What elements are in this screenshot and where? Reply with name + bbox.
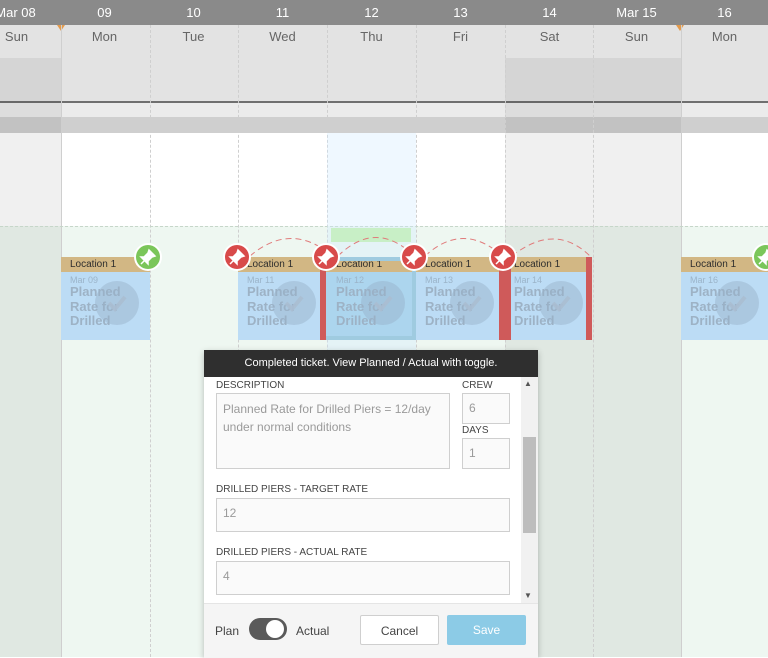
check-icon xyxy=(715,281,759,325)
delay-bar xyxy=(586,257,592,340)
pin-icon[interactable] xyxy=(489,243,517,271)
check-icon xyxy=(272,281,316,325)
scrollbar-thumb[interactable] xyxy=(523,437,536,533)
check-icon xyxy=(361,281,405,325)
target-rate-label: DRILLED PIERS - TARGET RATE xyxy=(216,484,369,495)
dialog-title: Completed ticket. View Planned / Actual … xyxy=(204,350,538,377)
ticket-card-selected[interactable]: Location 1 Mar 12 Planned Rate for Drill… xyxy=(320,257,416,340)
pin-icon[interactable] xyxy=(400,243,428,271)
pin-icon[interactable] xyxy=(134,243,162,271)
days-field[interactable]: 1 xyxy=(462,438,510,469)
check-icon xyxy=(450,281,494,325)
card-location: Location 1 xyxy=(505,257,592,272)
ticket-card[interactable]: Location 1 Mar 14 Planned Rate for Drill… xyxy=(505,257,592,340)
target-rate-field[interactable]: 12 xyxy=(216,498,510,532)
ticket-card[interactable]: Location 1 Mar 16 Planned Rate for Drill… xyxy=(681,257,768,340)
description-label: DESCRIPTION xyxy=(216,380,285,391)
pin-icon[interactable] xyxy=(223,243,251,271)
dialog-body[interactable]: DESCRIPTION Planned Rate for Drilled Pie… xyxy=(204,377,538,603)
scroll-up-icon[interactable]: ▲ xyxy=(524,379,532,388)
pin-icon[interactable] xyxy=(312,243,340,271)
plan-actual-toggle[interactable] xyxy=(249,618,287,640)
check-icon xyxy=(539,281,583,325)
save-button[interactable]: Save xyxy=(447,615,526,645)
plan-label: Plan xyxy=(215,624,240,638)
scroll-down-icon[interactable]: ▼ xyxy=(524,591,532,600)
actual-rate-label: DRILLED PIERS - ACTUAL RATE xyxy=(216,547,368,558)
crew-label: CREW xyxy=(462,380,493,391)
dependency-arcs xyxy=(249,237,591,257)
cancel-button[interactable]: Cancel xyxy=(360,615,439,645)
actual-rate-field[interactable]: 4 xyxy=(216,561,510,595)
description-field[interactable]: Planned Rate for Drilled Piers = 12/day … xyxy=(216,393,450,469)
days-label: DAYS xyxy=(462,425,489,436)
crew-field[interactable]: 6 xyxy=(462,393,510,424)
actual-label: Actual xyxy=(296,624,330,638)
toggle-knob xyxy=(266,620,284,638)
ticket-dialog: Completed ticket. View Planned / Actual … xyxy=(204,350,538,658)
ticket-card[interactable]: Location 1 Mar 11 Planned Rate for Drill… xyxy=(238,257,327,340)
ticket-card[interactable]: Location 1 Mar 09 Planned Rate for Drill… xyxy=(61,257,150,340)
ticket-card[interactable]: Location 1 Mar 13 Planned Rate for Drill… xyxy=(416,257,505,340)
check-icon xyxy=(95,281,139,325)
dialog-footer: Plan Actual Cancel Save xyxy=(204,603,538,658)
